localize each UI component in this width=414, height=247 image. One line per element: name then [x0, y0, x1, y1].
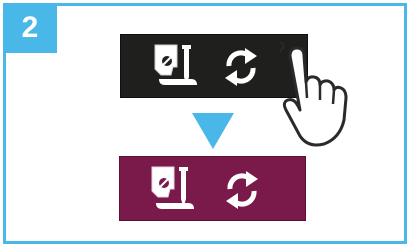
tapping-hand-icon	[280, 42, 348, 147]
step-badge: 2	[3, 3, 57, 53]
thread-rotate-icon	[226, 171, 258, 209]
thread-rotate-icon	[225, 48, 257, 86]
presser-foot-icon	[151, 166, 194, 209]
step-number: 2	[21, 11, 39, 44]
down-arrow-icon	[192, 113, 234, 149]
presser-foot-icon	[154, 44, 197, 85]
function-button-active[interactable]	[119, 156, 306, 221]
